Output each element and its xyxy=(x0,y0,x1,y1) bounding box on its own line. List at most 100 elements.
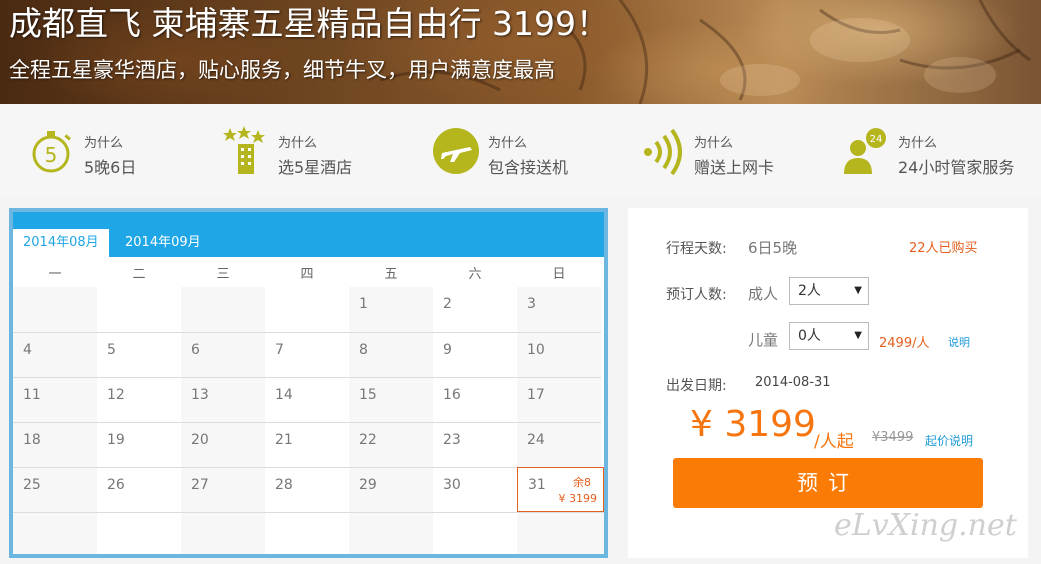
day-number: 10 xyxy=(527,342,545,358)
weekday-label: 日 xyxy=(552,267,566,282)
day-number: 24 xyxy=(527,432,545,448)
calendar-day: 29 xyxy=(349,467,433,512)
tab-2014-08[interactable]: 2014年08月 xyxy=(13,229,109,257)
day-number: 18 xyxy=(23,432,41,448)
sold-count: 22人已购买 xyxy=(909,241,978,256)
original-price: ¥3499 xyxy=(872,430,914,445)
child-label: 儿童 xyxy=(748,331,779,349)
days-value: 6日5晚 xyxy=(748,239,798,257)
days-label: 行程天数: xyxy=(666,241,727,257)
feature-why: 为什么 xyxy=(278,136,318,151)
day-number: 31 xyxy=(528,477,546,493)
calendar-day: 3 xyxy=(517,287,601,332)
day-number: 29 xyxy=(359,477,377,493)
day-number: 9 xyxy=(443,342,452,358)
calendar-cell-empty xyxy=(517,512,604,554)
per-person-label: /人起 xyxy=(814,432,854,452)
weekday-label: 四 xyxy=(300,267,314,282)
tab-2014-09[interactable]: 2014年09月 xyxy=(115,229,211,257)
calendar-day: 1 xyxy=(349,287,433,332)
calendar-cell-empty xyxy=(433,512,517,554)
month-tabs: 2014年08月 2014年09月 xyxy=(13,212,604,257)
calendar-body: 2014年08月 2014年09月 一 二 三 四 五 六 日 1 2 3 4 … xyxy=(13,212,604,554)
calendar-day: 18 xyxy=(13,422,97,467)
calendar-cell-empty xyxy=(265,287,349,332)
airplane-icon xyxy=(433,128,479,174)
date-label: 出发日期: xyxy=(666,378,727,394)
calendar-day: 20 xyxy=(181,422,265,467)
calendar: 2014年08月 2014年09月 一 二 三 四 五 六 日 1 2 3 4 … xyxy=(9,208,608,558)
child-note-link[interactable]: 说明 xyxy=(948,334,970,350)
calendar-cell-empty xyxy=(265,512,349,554)
dropdown-arrow-icon: ▼ xyxy=(854,285,862,296)
calendar-day: 5 xyxy=(97,332,181,377)
child-count-value: 0人 xyxy=(798,328,821,344)
calendar-day: 8 xyxy=(349,332,433,377)
calendar-day: 4 xyxy=(13,332,97,377)
day-number: 28 xyxy=(275,477,293,493)
feature-text: 5晚6日 xyxy=(84,158,137,177)
calendar-day: 19 xyxy=(97,422,181,467)
day-number: 27 xyxy=(191,477,209,493)
day-number: 1 xyxy=(359,296,368,312)
hero-banner: 成都直飞 柬埔寨五星精品自由行 3199！ 全程五星豪华酒店，贴心服务，细节牛叉… xyxy=(0,0,1041,104)
calendar-day: 11 xyxy=(13,377,97,422)
date-value: 2014-08-31 xyxy=(755,375,831,390)
child-count-select[interactable]: 0人 ▼ xyxy=(789,322,869,350)
calendar-day: 6 xyxy=(181,332,265,377)
book-button[interactable]: 预订 xyxy=(673,458,983,508)
day-number: 7 xyxy=(275,342,284,358)
calendar-cell-empty xyxy=(181,512,265,554)
weekday-label: 一 xyxy=(48,267,62,282)
calendar-cell-empty xyxy=(13,287,97,332)
day-number: 3 xyxy=(527,296,536,312)
day-number: 16 xyxy=(443,387,461,403)
calendar-day: 26 xyxy=(97,467,181,512)
calendar-day: 16 xyxy=(433,377,517,422)
day-number: 15 xyxy=(359,387,377,403)
day-number: 20 xyxy=(191,432,209,448)
calendar-day: 13 xyxy=(181,377,265,422)
adult-label: 成人 xyxy=(748,285,779,303)
calendar-day: 27 xyxy=(181,467,265,512)
calendar-cell-empty xyxy=(181,287,265,332)
day-number: 14 xyxy=(275,387,293,403)
watermark: eLvXing.net xyxy=(834,508,1017,543)
adult-count-value: 2人 xyxy=(798,283,821,299)
day-number: 8 xyxy=(359,342,368,358)
calendar-day-selected[interactable]: 31 余8 ¥ 3199 xyxy=(517,467,604,512)
feature-text: 赠送上网卡 xyxy=(694,158,775,177)
calendar-day: 28 xyxy=(265,467,349,512)
remaining-seats: 余8 xyxy=(573,476,591,489)
wifi-signal-icon xyxy=(644,128,682,176)
weekday-label: 五 xyxy=(384,267,398,282)
feature-why: 为什么 xyxy=(488,136,528,151)
feature-text: 选5星酒店 xyxy=(278,158,353,177)
day-number: 11 xyxy=(23,387,41,403)
calendar-day: 30 xyxy=(433,467,517,512)
calendar-day: 12 xyxy=(97,377,181,422)
day-number: 22 xyxy=(359,432,377,448)
day-number: 19 xyxy=(107,432,125,448)
banner-subtitle: 全程五星豪华酒店，贴心服务，细节牛叉，用户满意度最高 xyxy=(9,58,555,82)
stopwatch-icon: 5 xyxy=(32,131,71,173)
calendar-cell-empty xyxy=(349,512,433,554)
day-number: 26 xyxy=(107,477,125,493)
feature-why: 为什么 xyxy=(898,136,938,151)
calendar-day: 24 xyxy=(517,422,601,467)
banner-title: 成都直飞 柬埔寨五星精品自由行 3199！ xyxy=(9,4,609,43)
dropdown-arrow-icon: ▼ xyxy=(854,330,862,341)
weekday-label: 三 xyxy=(216,267,230,282)
day-number: 30 xyxy=(443,477,461,493)
day-number: 21 xyxy=(275,432,293,448)
day-number: 17 xyxy=(527,387,545,403)
day-number: 2 xyxy=(443,296,452,312)
feature-why: 为什么 xyxy=(84,136,124,151)
feature-row: 5 为什么 5晚6日 为什么 选5星酒店 为什么 包含接送机 为什么 赠送上网卡… xyxy=(0,104,1041,197)
calendar-day: 14 xyxy=(265,377,349,422)
price-note-link[interactable]: 起价说明 xyxy=(925,432,973,449)
calendar-cell-empty xyxy=(97,512,181,554)
child-price: 2499/人 xyxy=(879,336,930,351)
adult-count-select[interactable]: 2人 ▼ xyxy=(789,277,869,305)
day-number: 4 xyxy=(23,342,32,358)
